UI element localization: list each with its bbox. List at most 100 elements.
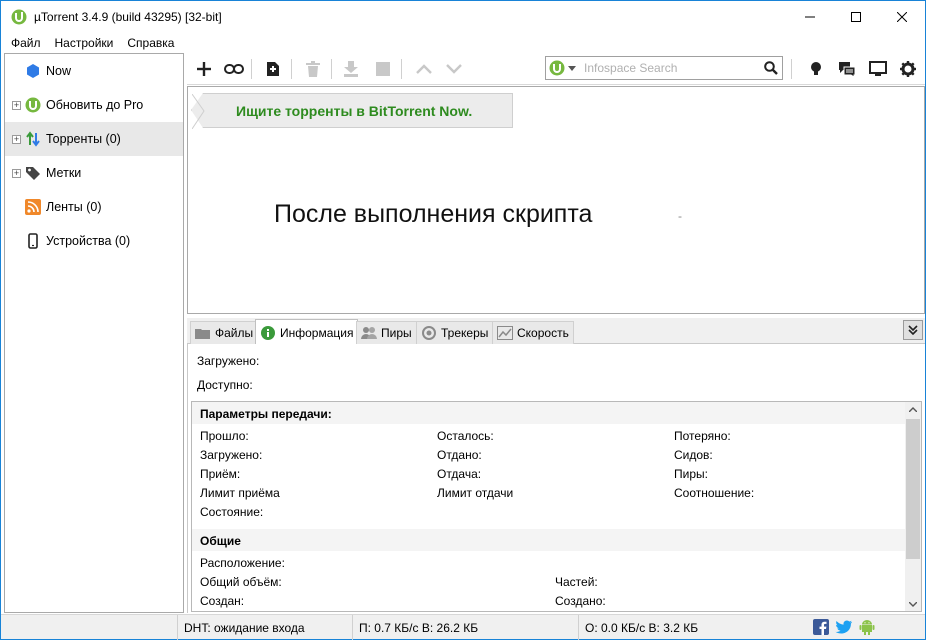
details-scrollbar[interactable] [905,402,921,611]
utorrent-icon [25,97,41,113]
double-chevron-down-icon [908,325,918,335]
available-label: Доступно: [197,378,253,392]
remote-button[interactable] [866,58,890,80]
close-button[interactable] [879,1,925,33]
general-section-header: Общие [192,529,906,551]
device-icon [28,233,38,249]
download-icon [344,61,358,77]
sidebar-item-feeds[interactable]: Ленты (0) [5,190,183,224]
twitter-icon[interactable] [835,619,853,635]
toolbar [187,53,925,85]
folder-icon [195,325,211,341]
minimize-button[interactable] [787,1,833,33]
add-link-button[interactable] [222,58,246,80]
tab-trackers[interactable]: Трекеры [416,321,494,344]
maximize-button[interactable] [833,1,879,33]
gear-icon [900,61,916,77]
sidebar-item-upgrade-pro[interactable]: + Обновить до Pro [5,88,183,122]
field-peers: Пиры: [674,467,708,481]
sidebar-item-label: Торренты (0) [46,132,121,146]
stop-icon [376,62,390,76]
lightbulb-icon [811,62,821,75]
sidebar-item-label: Метки [46,166,82,180]
status-upload[interactable]: О: 0.0 КБ/с В: 3.2 КБ [578,615,806,640]
tab-files[interactable]: Файлы [190,321,259,344]
menu-settings[interactable]: Настройки [48,33,121,53]
settings-button[interactable] [896,58,920,80]
tips-button[interactable] [804,58,828,80]
status-download[interactable]: П: 0.7 КБ/с В: 26.2 КБ [352,615,578,640]
add-torrent-button[interactable] [192,58,216,80]
transfer-section-header: Параметры передачи: [192,402,906,424]
field-downloaded: Загружено: [200,448,263,462]
expand-icon[interactable]: + [12,169,21,178]
status-empty [1,615,177,640]
utorrent-logo-icon [11,9,27,25]
trash-icon [306,61,320,77]
field-pieces: Частей: [555,575,598,589]
peers-icon [361,325,377,341]
status-message: После выполнения скрипта [274,200,593,228]
field-download-limit: Лимит приёма [200,486,280,500]
tab-info[interactable]: Информация [255,319,359,345]
status-dht[interactable]: DHT: ожидание входа [177,615,352,640]
start-button[interactable] [339,58,363,80]
field-ratio: Соотношение: [674,486,755,500]
sidebar: Now + Обновить до Pro + Торренты (0) + М… [4,53,184,613]
promo-text: Ищите торренты в BitTorrent Now. [236,103,473,119]
sidebar-item-now[interactable]: Now [5,54,183,88]
scroll-up-icon[interactable] [909,407,917,412]
tab-speed[interactable]: Скорость [492,321,574,344]
field-remaining: Осталось: [437,429,494,443]
close-icon [897,12,907,22]
sidebar-item-label: Ленты (0) [46,200,102,214]
utorrent-search-icon[interactable] [549,60,565,76]
sidebar-item-torrents[interactable]: + Торренты (0) [5,122,183,156]
menu-help[interactable]: Справка [120,33,181,53]
chat-button[interactable] [835,58,859,80]
social-icons [813,619,875,635]
field-total-size: Общий объём: [200,575,282,589]
expand-icon[interactable]: + [12,135,21,144]
sidebar-item-label: Now [46,64,72,78]
menu-bar: Файл Настройки Справка [1,33,925,53]
chevron-up-icon [416,64,432,74]
maximize-icon [851,12,861,22]
info-icon [260,325,276,341]
android-icon[interactable] [859,619,875,635]
sidebar-item-devices[interactable]: Устройства (0) [5,224,183,258]
stop-button[interactable] [371,58,395,80]
menu-file[interactable]: Файл [1,33,48,53]
rss-icon [25,199,41,215]
field-upload-speed: Отдача: [437,467,482,481]
bittorrent-now-banner[interactable]: Ищите торренты в BitTorrent Now. [191,93,513,129]
field-upload-limit: Лимит отдачи [437,486,514,500]
sidebar-item-label: Обновить до Pro [46,98,144,112]
status-bar: DHT: ожидание входа П: 0.7 КБ/с В: 26.2 … [1,614,925,640]
create-torrent-button[interactable] [261,58,285,80]
chevron-down-icon [446,64,462,74]
field-seeds: Сидов: [674,448,713,462]
sidebar-item-labels[interactable]: + Метки [5,156,183,190]
collapse-panel-button[interactable] [903,320,923,340]
tag-icon [26,167,40,180]
search-provider-dropdown-icon[interactable] [568,66,576,71]
search-input[interactable] [584,60,754,76]
tab-label: Информация [280,325,354,340]
trackers-icon [421,325,437,341]
tab-label: Файлы [215,326,254,340]
expand-icon[interactable]: + [12,101,21,110]
search-icon[interactable] [764,61,778,75]
field-wasted: Потеряно: [674,429,731,443]
field-uploaded: Отдано: [437,448,482,462]
scroll-down-icon[interactable] [909,602,917,607]
minimize-icon [805,16,815,18]
scrollbar-thumb[interactable] [906,419,920,559]
facebook-icon[interactable] [813,619,829,635]
field-created-by: Создано: [555,594,606,608]
app-window: µTorrent 3.4.9 (build 43295) [32-bit] Фа… [0,0,926,640]
move-up-button[interactable] [412,58,436,80]
move-down-button[interactable] [442,58,466,80]
delete-button[interactable] [301,58,325,80]
tab-peers[interactable]: Пиры [356,321,417,344]
